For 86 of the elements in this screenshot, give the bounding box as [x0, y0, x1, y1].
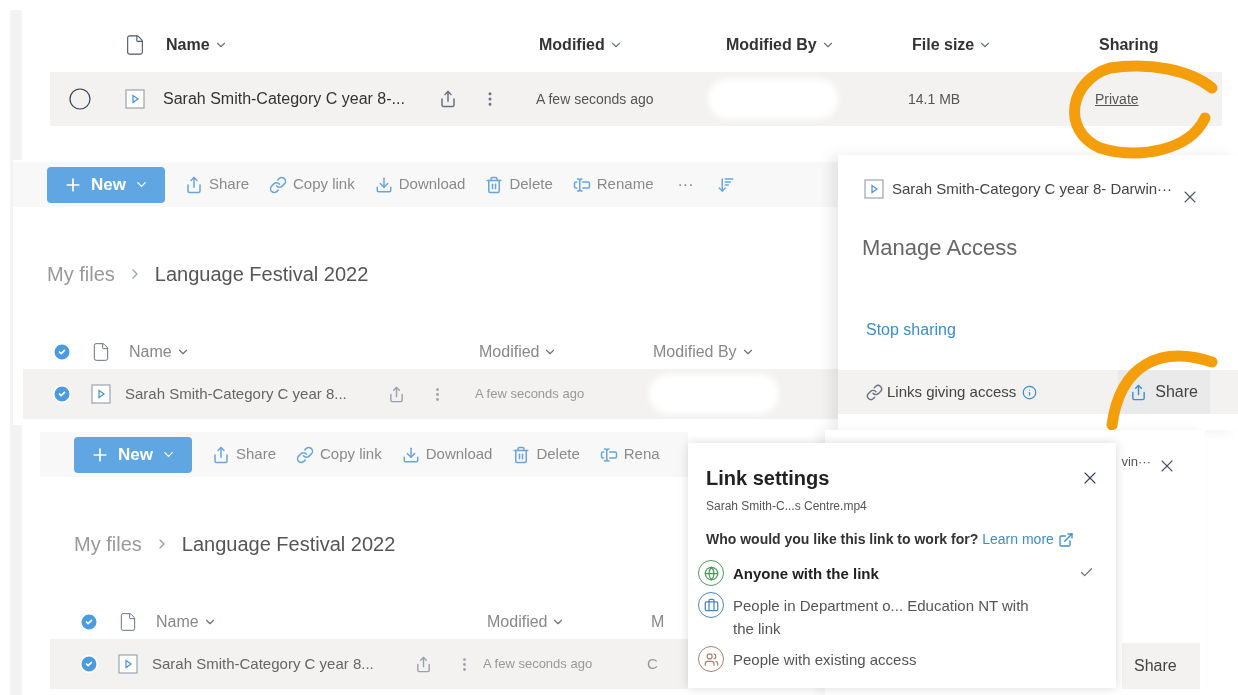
modified-date: A few seconds ago	[536, 89, 655, 109]
video-file-icon	[118, 654, 138, 674]
share-button[interactable]: Share	[184, 173, 249, 196]
new-button[interactable]: New	[47, 166, 165, 203]
checked-circle[interactable]	[52, 384, 72, 404]
video-file-icon	[91, 384, 111, 404]
link-option[interactable]: Anyone with the link	[698, 560, 1102, 586]
file-row[interactable]: Sarah Smith-Category C year 8... A few seconds ago C	[50, 639, 688, 689]
checked-circle[interactable]	[79, 612, 99, 632]
table-cell-text: C	[647, 653, 658, 674]
share-icon[interactable]	[415, 655, 432, 673]
download-icon	[374, 175, 393, 194]
modified-date: A few seconds ago	[483, 655, 594, 674]
download-button[interactable]: Download	[401, 443, 493, 466]
video-file-icon	[864, 179, 884, 199]
option-label: People with existing access	[733, 650, 918, 670]
breadcrumb-link[interactable]: My files	[47, 259, 115, 289]
sort-icon[interactable]	[717, 175, 736, 194]
checked-circle[interactable]	[79, 654, 99, 674]
learn-more-link[interactable]: Learn more	[982, 529, 1054, 550]
modified-date: A few seconds ago	[475, 385, 586, 404]
section-label: Links giving access	[887, 381, 1017, 402]
link-icon	[269, 175, 287, 194]
download-icon	[401, 445, 420, 464]
link-option[interactable]: People in Department o... Education NT with the link	[698, 592, 1102, 640]
column-header[interactable]: Modified By	[726, 33, 835, 57]
file-name[interactable]: Sarah Smith-Category C year 8...	[152, 652, 407, 676]
share-icon	[184, 175, 203, 194]
share-icon[interactable]	[388, 385, 405, 403]
trash-icon	[485, 175, 504, 194]
breadcrumb-link[interactable]: My files	[74, 529, 142, 559]
share-icon[interactable]	[439, 90, 457, 108]
column-header[interactable]: Modified	[479, 340, 540, 364]
external-link-icon	[1057, 531, 1074, 548]
file-name: vin···	[1121, 453, 1151, 472]
more-button[interactable]: ···	[673, 172, 698, 197]
column-header[interactable]: Name	[156, 610, 199, 634]
copy-button[interactable]: Copy link	[296, 443, 382, 466]
file-type-icon	[118, 612, 138, 632]
share-button[interactable]: Share	[1122, 643, 1200, 689]
column-header[interactable]: File size	[912, 33, 993, 57]
file-name[interactable]: Sarah Smith-Category C year 8...	[125, 382, 380, 406]
share-icon	[211, 445, 230, 464]
rename-button[interactable]: Rename	[572, 173, 654, 196]
option-label: Anyone with the link	[733, 564, 880, 584]
link-option[interactable]: People with existing access	[698, 646, 1102, 672]
file-name[interactable]: Sarah Smith-Category C year 8-...	[163, 87, 431, 111]
video-file-icon	[125, 89, 145, 109]
file-row[interactable]: Sarah Smith-Category C year 8... A few seconds ago	[23, 369, 838, 419]
new-button[interactable]: New	[74, 436, 192, 473]
file-row[interactable]: Sarah Smith-Category C year 8-... A few seconds ago 14.1 MB Private	[50, 72, 1222, 126]
column-header[interactable]: Name	[129, 340, 172, 364]
column-header[interactable]: M	[651, 610, 665, 634]
option-label: People in Department o... Education NT with the link	[733, 596, 1030, 639]
trash-icon	[512, 445, 531, 464]
info-icon[interactable]	[1022, 384, 1038, 400]
file-type-icon	[91, 342, 111, 362]
link-icon	[296, 445, 314, 464]
delete-button[interactable]: Delete	[512, 443, 580, 466]
rename-icon	[572, 175, 591, 194]
delete-button[interactable]: Delete	[485, 173, 553, 196]
file-name: Sarah Smith-Category C year 8- Darwin···	[892, 178, 1173, 199]
rename-icon	[599, 445, 618, 464]
share-icon	[1130, 383, 1148, 401]
copy-button[interactable]: Copy link	[269, 173, 355, 196]
link-icon	[866, 383, 883, 401]
sharing-link[interactable]: Private	[1095, 88, 1139, 110]
select-circle[interactable]	[68, 87, 92, 111]
checked-circle[interactable]	[52, 342, 72, 362]
column-header[interactable]: Modified	[487, 610, 548, 634]
question-text: Who would you like this link to work for?	[706, 530, 979, 549]
column-header[interactable]: Modified By	[653, 340, 737, 364]
file-size: 14.1 MB	[908, 89, 962, 109]
breadcrumb-current: Language Festival 2022	[181, 532, 396, 557]
share-button[interactable]: Share	[211, 443, 276, 466]
column-header[interactable]: Modified	[539, 33, 623, 57]
dialog-title: Link settings	[706, 466, 830, 491]
download-button[interactable]: Download	[374, 173, 466, 196]
file-type-icon	[124, 34, 146, 56]
file-name: Sarah Smith-C...s Centre.mp4	[706, 498, 868, 515]
rename-button[interactable]: Rena	[599, 443, 660, 466]
stop-sharing-link[interactable]: Stop sharing	[866, 318, 956, 342]
column-header[interactable]: Name	[166, 33, 228, 57]
column-header[interactable]: Sharing	[1099, 33, 1159, 57]
panel-title: Manage Access	[862, 234, 1019, 262]
breadcrumb-current: Language Festival 2022	[154, 262, 369, 287]
